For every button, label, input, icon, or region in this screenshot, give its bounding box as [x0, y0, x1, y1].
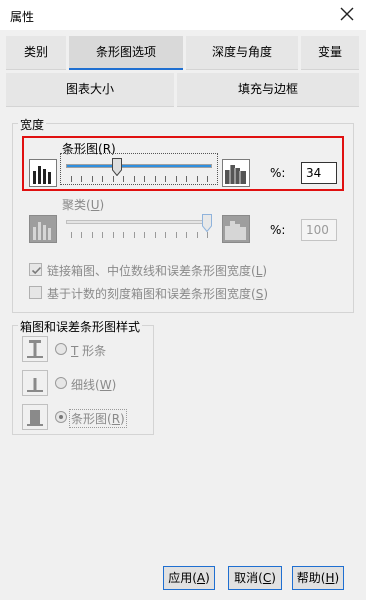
count-scale-label: 基于计数的刻度箱图和误差条形图宽度(S) [47, 285, 268, 302]
slider-tick [92, 232, 93, 238]
wide-bars-icon [222, 159, 250, 187]
cluster-slider-ticks [66, 232, 212, 238]
cancel-accel-key: C [262, 571, 272, 585]
cancel-button[interactable]: 取消(C) [228, 566, 282, 590]
thin-line-text: 细线 [71, 378, 96, 392]
close-icon[interactable] [336, 3, 358, 25]
slider-tick [155, 232, 156, 238]
bar-style-radio[interactable] [55, 411, 67, 423]
cancel-text: 取消 [234, 571, 259, 585]
tab-row-1: 类别 条形图选项 深度与角度 变量 [0, 36, 366, 70]
cluster-slider[interactable] [66, 214, 212, 240]
thin-line-style-icon [22, 370, 48, 396]
help-accel-key: H [325, 571, 335, 585]
narrow-bars-icon [29, 159, 57, 187]
slider-tick [123, 176, 124, 182]
bar-slider-ticks [66, 176, 212, 182]
slider-tick [134, 176, 135, 182]
cluster-width-input[interactable]: 100 [301, 219, 337, 241]
tab-depth-angle[interactable]: 深度与角度 [186, 36, 298, 70]
slider-tick [102, 176, 103, 182]
slider-tick [165, 232, 166, 238]
link-widths-label: 链接箱图、中位数线和误差条形图宽度(L) [47, 262, 267, 279]
slider-tick [92, 176, 93, 182]
cluster-accel-close: ) [99, 198, 105, 212]
slider-tick [71, 232, 72, 238]
bar-style-label[interactable]: 条形图(R) [69, 409, 127, 428]
cancel-accel-close: ) [271, 571, 276, 585]
thin-line-radio[interactable] [55, 377, 67, 389]
cluster-label-text: 聚类 [62, 198, 87, 212]
bar-slider-fill [67, 165, 211, 167]
slider-tick [176, 176, 177, 182]
bar-style-icon [22, 404, 48, 430]
bar-slider-thumb[interactable] [112, 158, 122, 177]
count-scale-accel-close: ) [263, 287, 269, 301]
bar-style-text: 条形图 [71, 412, 108, 426]
slider-tick [134, 232, 135, 238]
window-title: 属性 [10, 10, 35, 24]
tab-variables[interactable]: 变量 [301, 36, 359, 70]
tab-row-2: 图表大小 填充与边框 [0, 73, 366, 107]
thin-line-accel-close: ) [111, 378, 117, 392]
slider-tick [81, 232, 82, 238]
link-widths-text: 链接箱图、中位数线和误差条形图宽度 [47, 264, 252, 278]
t-bar-accel-key: T [71, 344, 79, 358]
title-bar: 属性 [0, 0, 366, 30]
slider-tick [102, 232, 103, 238]
slider-tick [155, 176, 156, 182]
link-widths-checkbox[interactable] [29, 263, 42, 276]
bar-percent-label: %: [270, 166, 286, 180]
t-bar-style-icon [22, 336, 48, 362]
tab-fill-border[interactable]: 填充与边框 [177, 73, 359, 107]
help-text: 帮助 [296, 571, 321, 585]
slider-tick [207, 176, 208, 182]
help-accel-close: ) [334, 571, 340, 585]
apply-accel-key: A [196, 571, 206, 585]
tab-chart-size[interactable]: 图表大小 [6, 73, 174, 107]
apply-button[interactable]: 应用(A) [163, 566, 215, 590]
slider-tick [113, 176, 114, 182]
t-bar-label[interactable]: T 形条 [69, 341, 108, 360]
bar-style-accel-key: R [111, 412, 121, 426]
apply-accel-close: ) [205, 571, 210, 585]
apply-text: 应用 [168, 571, 193, 585]
slider-tick [144, 232, 145, 238]
slider-tick [165, 176, 166, 182]
slider-tick [186, 232, 187, 238]
slider-tick [207, 232, 208, 238]
cluster-percent-label: %: [270, 223, 286, 237]
slider-tick [197, 176, 198, 182]
tab-categories[interactable]: 类别 [6, 36, 66, 70]
slider-tick [197, 232, 198, 238]
link-widths-accel-close: ) [262, 264, 268, 278]
cluster-slider-track [66, 220, 212, 224]
bar-width-slider[interactable] [66, 158, 212, 184]
count-scale-text: 基于计数的刻度箱图和误差条形图宽度 [47, 287, 252, 301]
slider-tick [144, 176, 145, 182]
cluster-wide-icon [222, 215, 250, 243]
thin-line-label[interactable]: 细线(W) [69, 375, 118, 394]
t-bar-radio[interactable] [55, 343, 67, 355]
bar-slider-track [66, 164, 212, 168]
help-button[interactable]: 帮助(H) [292, 566, 344, 590]
slider-tick [71, 176, 72, 182]
cluster-narrow-icon [29, 215, 57, 243]
slider-tick [123, 232, 124, 238]
count-scale-checkbox[interactable] [29, 286, 42, 299]
thin-line-accel-key: W [99, 378, 112, 392]
slider-tick [113, 232, 114, 238]
cluster-label: 聚类(U) [62, 196, 104, 213]
cluster-accel-key: U [90, 198, 100, 212]
bar-style-accel-close: ) [120, 412, 125, 426]
slider-tick [186, 176, 187, 182]
slider-tick [81, 176, 82, 182]
style-group-legend: 箱图和误差条形图样式 [18, 318, 143, 335]
t-bar-text: 形条 [82, 344, 107, 358]
cluster-slider-thumb[interactable] [202, 214, 212, 233]
bar-width-input[interactable]: 34 [301, 162, 337, 184]
tab-bar-options[interactable]: 条形图选项 [69, 36, 183, 70]
slider-tick [176, 232, 177, 238]
width-group-legend: 宽度 [18, 116, 47, 133]
